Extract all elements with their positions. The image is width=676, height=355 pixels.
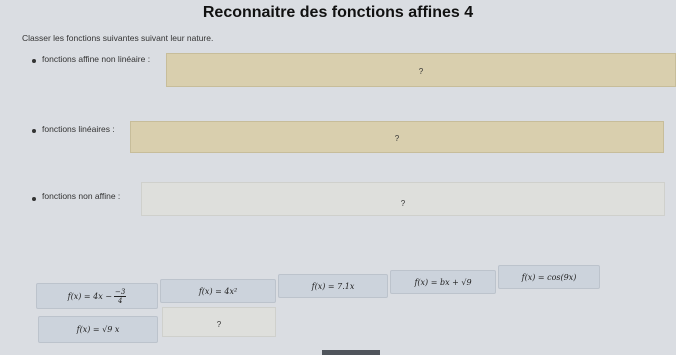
dropzone-lineaires[interactable]: ? bbox=[130, 121, 664, 153]
card-4x-squared[interactable]: f(x) = 4x² bbox=[160, 279, 276, 303]
bullet bbox=[32, 129, 36, 133]
card-7-1x[interactable]: f(x) = 7.1x bbox=[278, 274, 388, 298]
card-cos-9x[interactable]: f(x) = cos(9x) bbox=[498, 265, 600, 289]
card-pool-empty-slot[interactable]: ? bbox=[162, 307, 276, 337]
instruction-text: Classer les fonctions suivantes suivant … bbox=[22, 33, 214, 43]
dropzone-placeholder: ? bbox=[400, 199, 406, 208]
pool-placeholder: ? bbox=[216, 320, 222, 329]
page-title: Reconnaitre des fonctions affines 4 bbox=[202, 4, 474, 21]
bottom-bar bbox=[322, 350, 380, 355]
fraction-numerator: −3 bbox=[114, 287, 127, 297]
fraction-denominator: 4 bbox=[117, 296, 123, 305]
card-text: f(x) = bx + √9 bbox=[414, 277, 472, 287]
dropzone-placeholder: ? bbox=[394, 134, 400, 143]
dropzone-affine-non-lineaire[interactable]: ? bbox=[166, 53, 676, 87]
card-4x-minus-3-over-4[interactable]: f(x) = 4x − −3 4 bbox=[36, 283, 158, 309]
card-text: f(x) = 4x² bbox=[198, 286, 238, 296]
card-text: f(x) = 7.1x bbox=[311, 281, 355, 291]
dropzone-placeholder: ? bbox=[418, 67, 424, 76]
fraction: −3 4 bbox=[114, 287, 127, 305]
category-label-affine-non-lineaire: fonctions affine non linéaire : bbox=[42, 54, 151, 64]
card-bx-plus-sqrt9[interactable]: f(x) = bx + √9 bbox=[390, 270, 496, 294]
category-label-lineaires: fonctions linéaires : bbox=[42, 124, 115, 134]
category-label-non-affine: fonctions non affine : bbox=[42, 191, 121, 201]
card-text: f(x) = cos(9x) bbox=[521, 272, 577, 282]
card-text: f(x) = 4x − bbox=[67, 291, 113, 301]
bullet bbox=[32, 59, 36, 63]
card-text: f(x) = √9 x bbox=[76, 325, 120, 334]
dropzone-non-affine[interactable]: ? bbox=[141, 182, 665, 216]
card-sqrt9-x[interactable]: f(x) = √9 x bbox=[38, 316, 158, 343]
bullet bbox=[32, 197, 36, 201]
